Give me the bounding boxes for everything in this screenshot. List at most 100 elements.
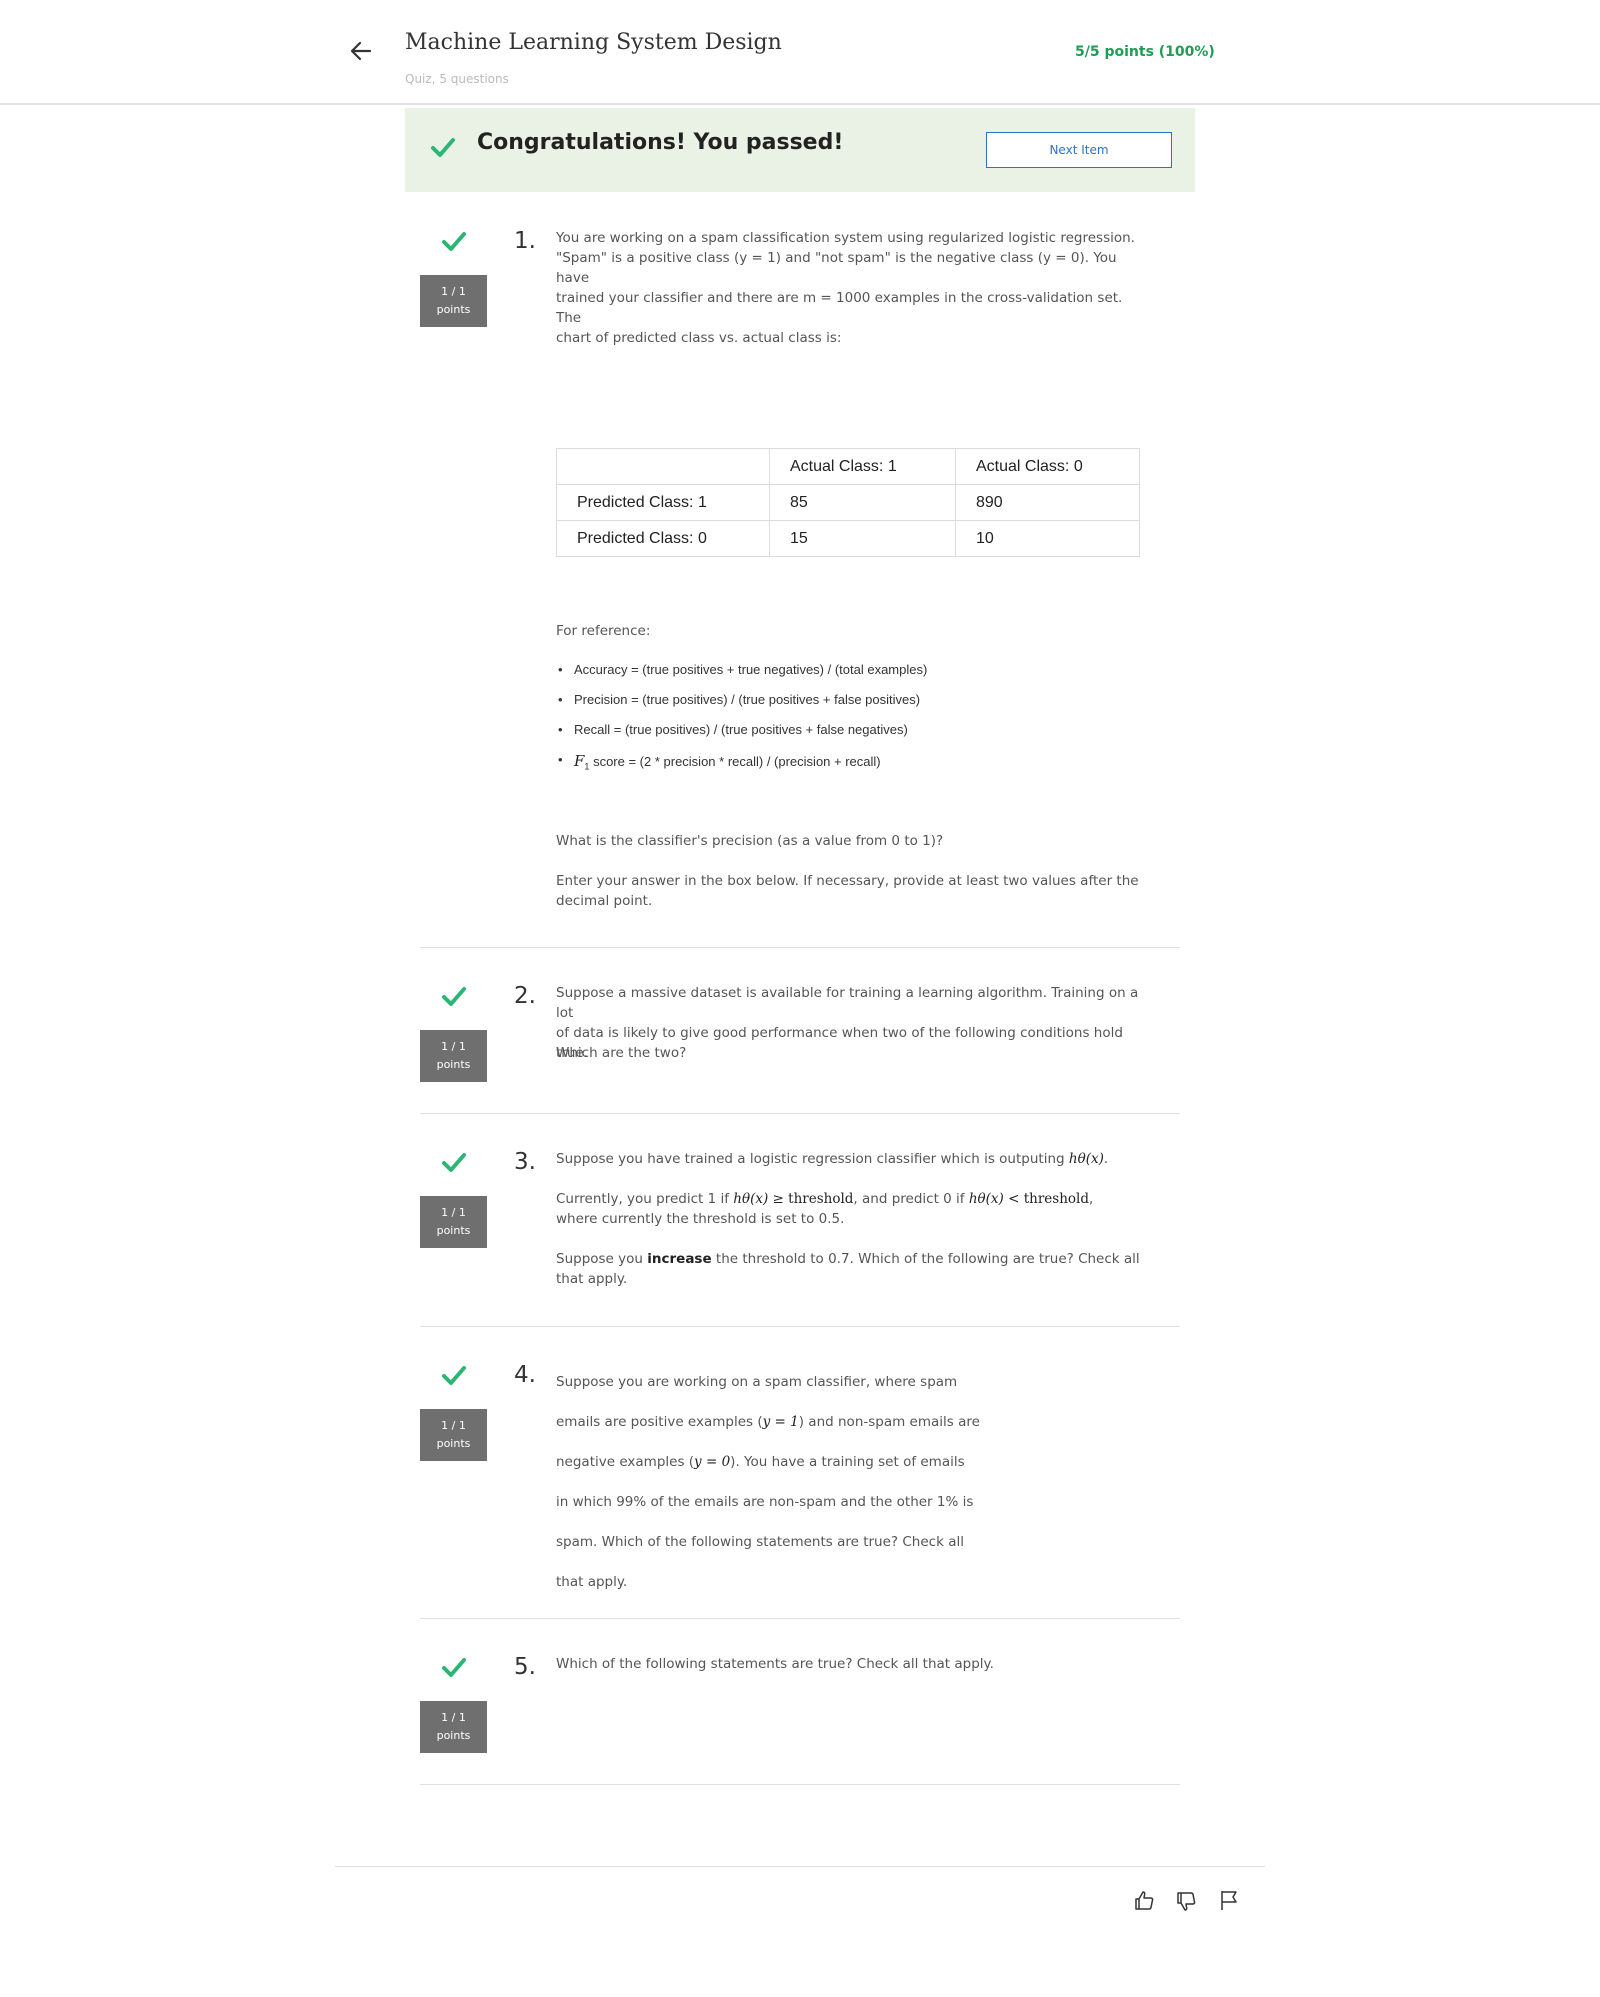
- table-header-cell: [556, 448, 770, 485]
- question-text: Suppose you have trained a logistic regr…: [556, 1149, 1176, 1289]
- question-text-line: trained your classifier and there are m …: [556, 290, 1123, 326]
- question-text-line: "Spam" is a positive class (y = 1) and "…: [556, 250, 1117, 286]
- quiz-score: 5/5 points (100%): [1075, 44, 1215, 60]
- table-cell: 85: [769, 484, 956, 521]
- question-prompt: Which are the two?: [556, 1045, 687, 1061]
- instruction-line: Enter your answer in the box below. If n…: [556, 873, 1139, 889]
- header-divider: [0, 103, 1600, 105]
- math-geq-threshold: ≥ threshold: [772, 1191, 854, 1207]
- question-number: 1.: [514, 228, 536, 254]
- points-badge: 1 / 1 points: [420, 1701, 487, 1753]
- question-number: 5.: [514, 1654, 536, 1680]
- text-segment: , and predict 0 if: [853, 1191, 965, 1207]
- passed-message: Congratulations! You passed!: [477, 130, 844, 155]
- table-row: Predicted Class: 1 85 890: [556, 484, 1140, 521]
- points-badge: 1 / 1 points: [420, 275, 487, 327]
- question-text-line: that apply.: [556, 1271, 628, 1287]
- points-value: 1 / 1: [441, 1711, 466, 1724]
- question-divider: [420, 1784, 1180, 1785]
- text-segment: Currently, you predict 1 if: [556, 1191, 729, 1207]
- text-segment: Suppose you have trained a logistic regr…: [556, 1151, 1065, 1167]
- table-cell: Predicted Class: 0: [556, 520, 770, 557]
- question-text-line: negative examples (y = 0). You have a tr…: [556, 1442, 986, 1482]
- points-label: points: [436, 1224, 471, 1237]
- course-title: Machine Learning System Design: [405, 30, 782, 55]
- back-arrow-icon[interactable]: [344, 34, 378, 68]
- table-header-cell: Actual Class: 1: [769, 448, 956, 485]
- f1-subscript: 1: [584, 761, 590, 772]
- f1-symbol: F: [574, 752, 585, 770]
- table-cell: 15: [769, 520, 956, 557]
- points-value: 1 / 1: [441, 1206, 466, 1219]
- next-item-button[interactable]: Next Item: [986, 132, 1172, 168]
- question-text-line: chart of predicted class vs. actual clas…: [556, 330, 842, 346]
- text-segment: Suppose you: [556, 1251, 643, 1267]
- table-header-row: Actual Class: 1 Actual Class: 0: [556, 448, 1140, 485]
- question-divider: [420, 1618, 1180, 1619]
- question-instruction: Enter your answer in the box below. If n…: [556, 871, 1146, 911]
- question-text-line: emails are positive examples (y = 1) and…: [556, 1402, 986, 1442]
- emphasis-increase: increase: [647, 1251, 712, 1267]
- question-divider: [420, 1326, 1180, 1327]
- math-h-theta: hθ(x): [1068, 1151, 1104, 1167]
- check-icon: [442, 232, 466, 251]
- flag-icon[interactable]: [1218, 1889, 1240, 1911]
- check-icon: [442, 1658, 466, 1677]
- points-value: 1 / 1: [441, 1040, 466, 1053]
- question-text-line: Suppose a massive dataset is available f…: [556, 985, 1139, 1021]
- question-text-line: spam. Which of the following statements …: [556, 1534, 964, 1550]
- question-number: 2.: [514, 983, 536, 1009]
- quiz-subtitle: Quiz, 5 questions: [405, 72, 509, 86]
- list-item: Recall = (true positives) / (true positi…: [558, 722, 908, 737]
- question-text-line: Currently, you predict 1 if hθ(x) ≥ thre…: [556, 1191, 1094, 1207]
- list-item: F1 score = (2 * precision * recall) / (p…: [558, 752, 881, 772]
- reference-title: For reference:: [556, 623, 651, 639]
- math-h-theta: hθ(x): [968, 1191, 1004, 1207]
- question-text-line: You are working on a spam classification…: [556, 230, 1135, 246]
- math-y-eq-0: y = 0: [694, 1454, 731, 1470]
- points-badge: 1 / 1 points: [420, 1030, 487, 1082]
- question-text: Which of the following statements are tr…: [556, 1656, 994, 1672]
- points-badge: 1 / 1 points: [420, 1409, 487, 1461]
- check-icon: [431, 138, 455, 157]
- question-text-line: Suppose you increase the threshold to 0.…: [556, 1249, 1176, 1269]
- points-badge: 1 / 1 points: [420, 1196, 487, 1248]
- check-icon: [442, 1366, 466, 1385]
- question-text-line: Suppose you are working on a spam classi…: [556, 1374, 958, 1390]
- math-h-theta: hθ(x): [733, 1191, 769, 1207]
- points-label: points: [436, 1729, 471, 1742]
- question-text-line: Suppose you have trained a logistic regr…: [556, 1151, 1109, 1167]
- table-row: Predicted Class: 0 15 10: [556, 520, 1140, 557]
- question-text: You are working on a spam classification…: [556, 228, 1146, 348]
- table-cell: 10: [955, 520, 1140, 557]
- thumbs-up-icon[interactable]: [1133, 1889, 1155, 1911]
- table-cell: 890: [955, 484, 1140, 521]
- question-divider: [420, 947, 1180, 948]
- text-segment: the threshold to 0.7. Which of the follo…: [715, 1251, 1140, 1267]
- question-text-line: in which 99% of the emails are non-spam …: [556, 1494, 974, 1510]
- list-item: Accuracy = (true positives + true negati…: [558, 662, 927, 677]
- confusion-matrix-table: Actual Class: 1 Actual Class: 0 Predicte…: [556, 448, 1140, 557]
- thumbs-down-icon[interactable]: [1175, 1891, 1197, 1913]
- text-segment: emails are positive examples (: [556, 1414, 763, 1430]
- points-value: 1 / 1: [441, 1419, 466, 1432]
- footer-divider: [335, 1866, 1265, 1867]
- table-header-cell: Actual Class: 0: [955, 448, 1140, 485]
- points-value: 1 / 1: [441, 285, 466, 298]
- points-label: points: [436, 1437, 471, 1450]
- question-text-line: that apply.: [556, 1574, 628, 1590]
- table-cell: Predicted Class: 1: [556, 484, 770, 521]
- list-item: Precision = (true positives) / (true pos…: [558, 692, 920, 707]
- points-label: points: [436, 1058, 471, 1071]
- question-divider: [420, 1113, 1180, 1114]
- text-segment: ). You have a training set of emails: [730, 1454, 965, 1470]
- math-y-eq-1: y = 1: [762, 1414, 799, 1430]
- points-label: points: [436, 303, 471, 316]
- math-lt-threshold: < threshold: [1008, 1191, 1089, 1207]
- text-segment: ) and non-spam emails are: [798, 1414, 980, 1430]
- question-text-line: where currently the threshold is set to …: [556, 1211, 845, 1227]
- text-segment: negative examples (: [556, 1454, 695, 1470]
- question-prompt: What is the classifier's precision (as a…: [556, 833, 944, 849]
- question-text: Suppose you are working on a spam classi…: [556, 1362, 986, 1602]
- check-icon: [442, 987, 466, 1006]
